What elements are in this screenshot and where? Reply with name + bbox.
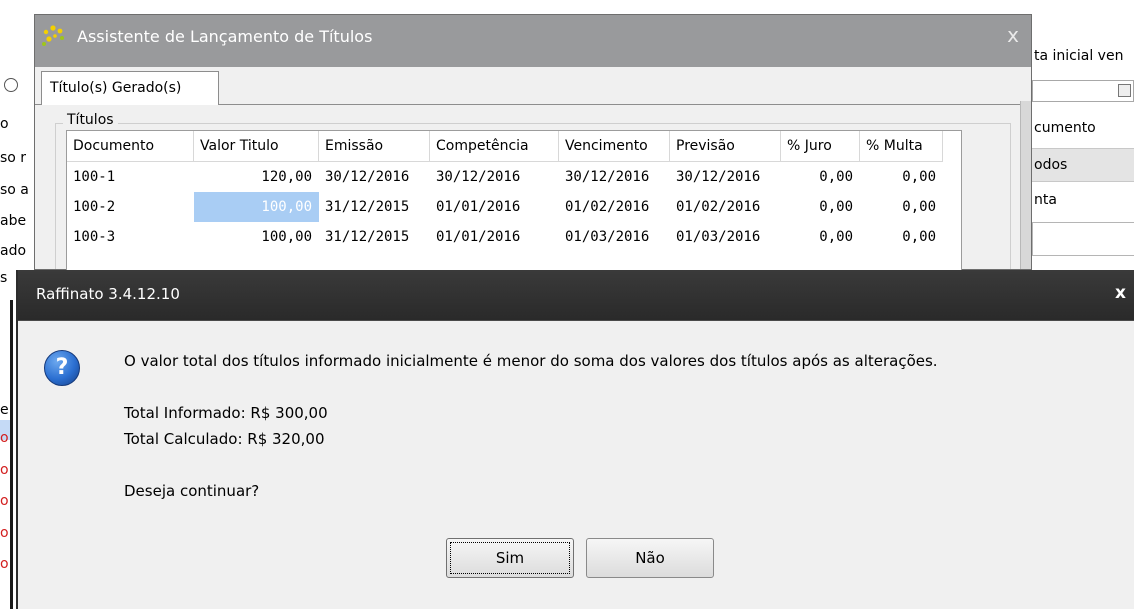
wizard-title: Assistente de Lançamento de Títulos: [77, 27, 373, 46]
bg-text: so a: [0, 182, 29, 198]
dialog-message: O valor total dos títulos informado inic…: [124, 352, 938, 370]
bg-label-data-inicial: ta inicial ven: [1034, 48, 1124, 64]
cell-emissao[interactable]: 31/12/2015: [319, 222, 430, 252]
tab-label: Título(s) Gerado(s): [50, 80, 182, 96]
bg-label-nta: nta: [1034, 192, 1057, 208]
column-header-competencia[interactable]: Competência: [429, 131, 559, 162]
grid-header-row: Documento Valor Titulo Emissão Competênc…: [67, 131, 943, 162]
confirmation-dialog: Raffinato 3.4.12.10 x ? O valor total do…: [16, 270, 1134, 609]
cell-competencia[interactable]: 01/01/2016: [430, 192, 559, 222]
vertical-scrollbar[interactable]: [1020, 101, 1031, 269]
table-row[interactable]: 100-2 100,00 31/12/2015 01/01/2016 01/02…: [67, 192, 943, 222]
bg-input[interactable]: [1032, 222, 1134, 256]
cell-valor[interactable]: 100,00: [194, 222, 319, 252]
background-app-right: ta inicial ven cumento odos nta: [1032, 0, 1134, 270]
cell-documento[interactable]: 100-1: [67, 162, 194, 193]
dialog-titlebar[interactable]: Raffinato 3.4.12.10 x: [18, 270, 1134, 320]
date-field[interactable]: [1032, 80, 1134, 102]
bg-text-red: o: [0, 525, 9, 541]
bg-label-todos: odos: [1034, 157, 1068, 173]
question-icon: ?: [44, 350, 80, 386]
app-logo-icon: [42, 25, 64, 46]
dialog-title: Raffinato 3.4.12.10: [36, 285, 180, 303]
bg-text: e: [0, 402, 9, 418]
bg-text-red: o: [0, 462, 9, 478]
cell-documento[interactable]: 100-3: [67, 222, 194, 252]
column-header-documento[interactable]: Documento: [67, 131, 194, 162]
bg-text: so r: [0, 150, 27, 166]
cell-valor[interactable]: 120,00: [194, 162, 319, 193]
bg-combo-todos[interactable]: odos: [1032, 148, 1134, 182]
cell-competencia[interactable]: 01/01/2016: [430, 222, 559, 252]
cell-previsao[interactable]: 01/03/2016: [670, 222, 781, 252]
wizard-close-icon[interactable]: x: [1007, 23, 1019, 47]
total-informado: Total Informado: R$ 300,00: [124, 404, 328, 422]
groupbox-label: Títulos: [63, 112, 118, 128]
tab-titulos-gerados[interactable]: Título(s) Gerado(s): [41, 71, 219, 105]
column-header-previsao[interactable]: Previsão: [669, 131, 781, 162]
wizard-titlebar[interactable]: Assistente de Lançamento de Títulos x: [35, 15, 1031, 63]
table-row[interactable]: 100-3 100,00 31/12/2015 01/01/2016 01/03…: [67, 222, 943, 252]
column-header-emissao[interactable]: Emissão: [318, 131, 430, 162]
titulos-grid: Documento Valor Titulo Emissão Competênc…: [66, 130, 962, 270]
no-button[interactable]: Não: [586, 538, 714, 578]
calendar-icon[interactable]: [1118, 84, 1131, 97]
bg-divider: [10, 300, 13, 609]
cell-vencimento[interactable]: 30/12/2016: [559, 162, 670, 193]
cell-emissao[interactable]: 31/12/2015: [319, 192, 430, 222]
column-header-vencimento[interactable]: Vencimento: [558, 131, 670, 162]
radio-button[interactable]: [4, 78, 18, 92]
cell-emissao[interactable]: 30/12/2016: [319, 162, 430, 193]
cell-previsao[interactable]: 01/02/2016: [670, 192, 781, 222]
dialog-close-icon[interactable]: x: [1115, 283, 1126, 303]
cell-vencimento[interactable]: 01/03/2016: [559, 222, 670, 252]
cell-juro[interactable]: 0,00: [781, 162, 860, 193]
cell-multa[interactable]: 0,00: [860, 162, 943, 193]
total-calculado: Total Calculado: R$ 320,00: [124, 430, 325, 448]
bg-text: ado: [0, 243, 27, 259]
bg-text-red: o: [0, 493, 9, 509]
bg-text-red: o: [0, 430, 9, 446]
cell-multa[interactable]: 0,00: [860, 222, 943, 252]
dialog-question: Deseja continuar?: [124, 482, 260, 500]
cell-juro[interactable]: 0,00: [781, 192, 860, 222]
bg-text: s: [0, 270, 8, 286]
titlebar-divider: [18, 320, 1134, 321]
cell-juro[interactable]: 0,00: [781, 222, 860, 252]
column-header-multa[interactable]: % Multa: [859, 131, 943, 162]
cell-vencimento[interactable]: 01/02/2016: [559, 192, 670, 222]
table-row[interactable]: 100-1 120,00 30/12/2016 30/12/2016 30/12…: [67, 162, 943, 193]
bg-text: o: [0, 116, 9, 132]
bg-text-red: o: [0, 556, 9, 572]
cell-valor-selected[interactable]: 100,00: [193, 192, 319, 222]
column-header-juro[interactable]: % Juro: [780, 131, 860, 162]
cell-previsao[interactable]: 30/12/2016: [670, 162, 781, 193]
cell-documento[interactable]: 100-2: [67, 192, 194, 222]
cell-multa[interactable]: 0,00: [860, 192, 943, 222]
bg-text: abe: [0, 213, 27, 229]
yes-button[interactable]: Sim: [446, 538, 574, 578]
column-header-valor-titulo[interactable]: Valor Titulo: [193, 131, 319, 162]
cell-competencia[interactable]: 30/12/2016: [430, 162, 559, 193]
bg-label-documento: cumento: [1034, 120, 1096, 136]
